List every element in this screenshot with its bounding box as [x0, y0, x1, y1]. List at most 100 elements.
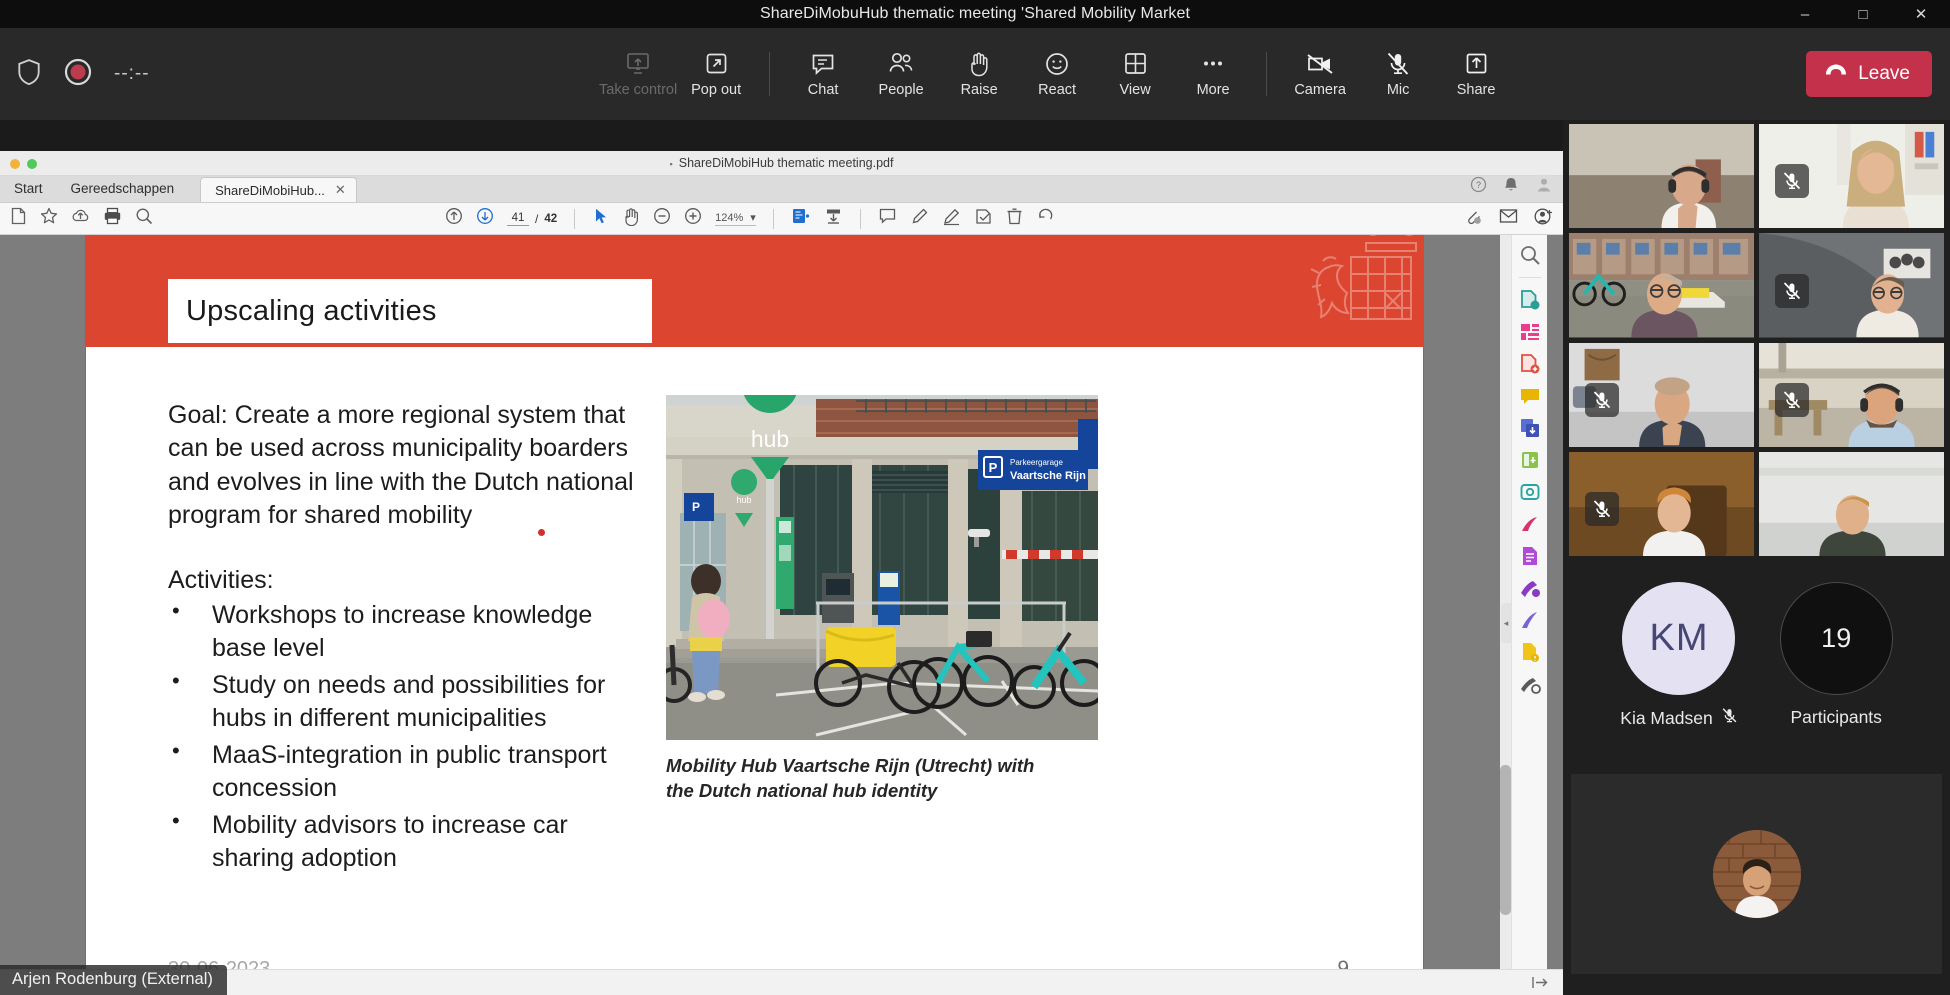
share-person-icon[interactable] — [1534, 207, 1553, 231]
shield-icon[interactable] — [16, 58, 42, 91]
leave-button[interactable]: Leave — [1806, 51, 1932, 97]
camera-button[interactable]: Camera — [1281, 47, 1359, 102]
zoom-level-selector[interactable]: 124% ▾ — [715, 211, 756, 226]
more-button[interactable]: More — [1174, 47, 1252, 102]
toolbar-sep-a — [574, 208, 576, 229]
request-signature-icon[interactable] — [1519, 609, 1541, 631]
fill-sign-icon[interactable] — [1519, 513, 1541, 535]
pop-out-button[interactable]: Pop out — [677, 47, 755, 102]
participants-overflow[interactable]: 19 Participants — [1779, 582, 1893, 728]
draw-icon[interactable] — [942, 207, 961, 231]
document-tab[interactable]: ShareDiMobiHub... ✕ — [200, 177, 357, 202]
participant-tile-avatar-only[interactable] — [1571, 774, 1942, 974]
participant-tile-5[interactable] — [1569, 342, 1754, 447]
page-separator: / — [535, 211, 539, 226]
combine-files-icon[interactable] — [1519, 417, 1541, 439]
minimize-button[interactable]: – — [1776, 0, 1834, 28]
cloud-upload-icon[interactable] — [71, 207, 90, 230]
tile-1-video — [1569, 124, 1754, 229]
comment-tool-icon[interactable] — [1519, 385, 1541, 407]
share-label: Share — [1456, 81, 1496, 98]
avatar-photo — [1712, 830, 1801, 918]
fit-page-icon[interactable] — [791, 207, 811, 230]
raise-hand-button[interactable]: Raise — [940, 47, 1018, 102]
help-circle-icon[interactable]: ? — [1470, 176, 1487, 198]
compress-pdf-icon[interactable] — [1519, 449, 1541, 471]
pdf-scrollbar-thumb[interactable] — [1500, 765, 1511, 915]
create-pdf-icon[interactable] — [1519, 353, 1541, 375]
list-item: Mobility advisors to increase car sharin… — [168, 807, 638, 874]
star-icon[interactable] — [40, 207, 58, 230]
acrobat-toolbar-center: 41 / 42 124% ▾ — [445, 207, 1055, 231]
print-icon[interactable] — [103, 207, 122, 230]
participant-name: Kia Madsen — [1620, 707, 1713, 728]
maximize-button[interactable]: □ — [1834, 0, 1892, 28]
mail-icon[interactable] — [1499, 208, 1518, 229]
fit-toggle-icon[interactable] — [1532, 975, 1549, 993]
highlight-icon[interactable] — [910, 207, 929, 231]
react-label: React — [1038, 81, 1077, 98]
fit-width-icon[interactable] — [824, 207, 843, 230]
mic-button[interactable]: Mic — [1359, 47, 1437, 102]
participant-tile-1[interactable] — [1569, 124, 1754, 229]
search-icon[interactable] — [135, 207, 153, 230]
people-button[interactable]: People — [862, 47, 940, 102]
delete-icon[interactable] — [1006, 207, 1023, 231]
acrobat-toolbar-left — [0, 207, 153, 230]
close-button[interactable]: ✕ — [1892, 0, 1950, 28]
scroll-down-icon[interactable] — [476, 207, 494, 230]
search-tool-icon[interactable] — [1519, 244, 1541, 266]
page-current-input[interactable]: 41 — [507, 212, 529, 226]
protect-icon[interactable] — [1519, 481, 1541, 503]
organize-pages-icon[interactable] — [1519, 321, 1541, 343]
svg-text:P: P — [692, 500, 700, 514]
stamp-icon[interactable] — [974, 207, 993, 231]
chat-button[interactable]: Chat — [784, 47, 862, 102]
participant-tile-3[interactable] — [1569, 233, 1754, 338]
undo-rotate-icon[interactable] — [1036, 207, 1055, 230]
participant-tile-7[interactable] — [1569, 451, 1754, 556]
menu-start[interactable]: Start — [0, 177, 57, 202]
page-navigator[interactable]: 41 / 42 — [507, 212, 557, 226]
comment-icon[interactable] — [878, 207, 897, 230]
chevron-down-icon[interactable]: ▾ — [750, 211, 756, 224]
slide-photo-column: P Parkeergarage Vaartsche Rijn P hub hub… — [666, 395, 1098, 803]
participant-tile-6[interactable] — [1759, 342, 1944, 447]
people-icon — [887, 51, 915, 77]
bell-icon[interactable] — [1503, 176, 1519, 198]
participant-tile-8[interactable] — [1759, 451, 1944, 556]
export-pdf-icon[interactable] — [1519, 289, 1541, 311]
minimize-dot[interactable] — [10, 159, 20, 169]
react-button[interactable]: React — [1018, 47, 1096, 102]
participant-tile-2[interactable] — [1759, 124, 1944, 229]
pdf-page: Upscaling activities Goal: Create a more… — [86, 235, 1423, 995]
select-cursor-icon[interactable] — [592, 207, 609, 230]
redact-icon[interactable] — [1519, 577, 1541, 599]
zoom-in-icon[interactable] — [684, 207, 702, 230]
panel-collapse-handle[interactable]: ◂ — [1501, 603, 1511, 643]
react-smiley-icon — [1044, 51, 1070, 77]
activities-heading: Activities: — [168, 566, 274, 594]
certificate-icon[interactable] — [1519, 641, 1541, 663]
meeting-title: ShareDiMobuHub thematic meeting 'Shared … — [759, 5, 1191, 22]
maximize-dot[interactable] — [27, 159, 37, 169]
account-avatar-icon[interactable] — [1535, 175, 1553, 198]
share-button[interactable]: Share — [1437, 47, 1515, 102]
close-icon[interactable]: ✕ — [335, 182, 346, 198]
pinned-participant[interactable]: KM Kia Madsen — [1620, 582, 1737, 729]
scroll-up-icon[interactable] — [445, 207, 463, 230]
take-control-button[interactable]: Take control — [599, 47, 677, 102]
participant-tile-4[interactable] — [1759, 233, 1944, 338]
avatar — [1712, 830, 1801, 918]
menu-gereedschappen[interactable]: Gereedschappen — [57, 177, 189, 202]
camera-off-icon — [1305, 51, 1335, 77]
more-tools-icon[interactable] — [1519, 673, 1541, 695]
edit-pdf-icon[interactable] — [1519, 545, 1541, 567]
save-file-icon[interactable] — [10, 207, 27, 230]
attach-cloud-icon[interactable] — [1464, 207, 1483, 230]
hand-tool-icon[interactable] — [622, 207, 640, 231]
view-button[interactable]: View — [1096, 47, 1174, 102]
pdf-page-viewport[interactable]: Upscaling activities Goal: Create a more… — [0, 235, 1563, 995]
slide-title-box: Upscaling activities — [168, 279, 652, 343]
zoom-out-icon[interactable] — [653, 207, 671, 230]
